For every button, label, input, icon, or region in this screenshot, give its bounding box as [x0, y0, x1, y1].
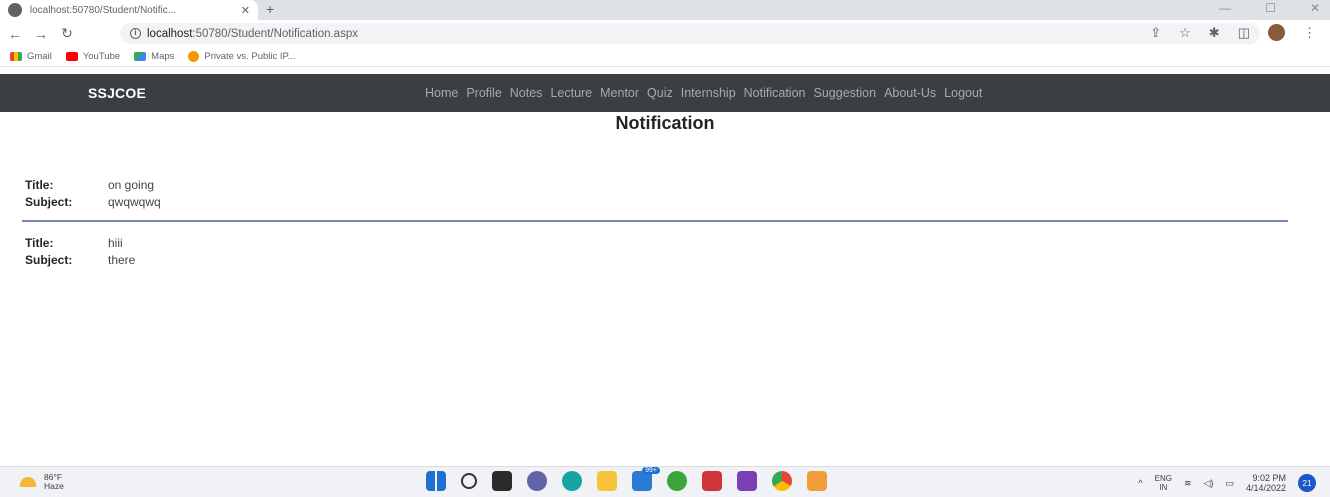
- system-tray: ^ ENG IN ≋ ◁) ▭ 9:02 PM 4/14/2022 21: [1138, 473, 1316, 493]
- notification-title: on going: [108, 178, 155, 192]
- bookmarks-bar: Gmail YouTube Maps Private vs. Public IP…: [0, 47, 1330, 67]
- bookmark-maps[interactable]: Maps: [134, 51, 174, 62]
- task-view-icon[interactable]: [492, 471, 512, 491]
- address-bar[interactable]: i localhost:50780/Student/Notification.a…: [120, 23, 1260, 44]
- close-window-icon[interactable]: ✕: [1310, 1, 1320, 15]
- notification-count-badge[interactable]: 21: [1298, 474, 1316, 492]
- nav-profile[interactable]: Profile: [466, 86, 501, 100]
- nav-logout[interactable]: Logout: [944, 86, 982, 100]
- chrome-icon[interactable]: [772, 471, 792, 491]
- clock[interactable]: 9:02 PM 4/14/2022: [1246, 473, 1286, 493]
- nav-mentor[interactable]: Mentor: [600, 86, 639, 100]
- nav-suggestion[interactable]: Suggestion: [814, 86, 877, 100]
- info-icon[interactable]: i: [130, 28, 141, 39]
- window-controls: — ☐ ✕: [1219, 1, 1320, 15]
- edge-icon[interactable]: [562, 471, 582, 491]
- menu-icon[interactable]: ⋮: [1303, 25, 1316, 41]
- url-text: localhost:50780/Student/Notification.asp…: [147, 27, 358, 40]
- taskbar: 86°F Haze 99+ ^ ENG IN ≋ ◁) ▭ 9:02 PM 4/14/…: [0, 466, 1330, 497]
- site-navbar: SSJCOE Home Profile Notes Lecture Mentor…: [0, 74, 1330, 112]
- office-icon[interactable]: [702, 471, 722, 491]
- title-label: Title:: [25, 236, 54, 250]
- search-icon[interactable]: [461, 473, 477, 489]
- new-tab-button[interactable]: +: [266, 1, 274, 17]
- brand-link[interactable]: SSJCOE: [88, 85, 146, 101]
- tab-title: localhost:50780/Student/Notific...: [29, 4, 177, 16]
- taskbar-apps: 99+: [426, 467, 827, 491]
- page-title: Notification: [615, 113, 715, 133]
- maps-icon: [134, 52, 147, 61]
- bookmark-youtube[interactable]: YouTube: [65, 51, 120, 62]
- bookmark-gmail[interactable]: Gmail: [10, 51, 52, 62]
- chevron-up-icon[interactable]: ^: [1138, 478, 1142, 488]
- close-icon[interactable]: ✕: [241, 4, 250, 17]
- profile-avatar[interactable]: [1268, 24, 1285, 41]
- chat-icon[interactable]: [527, 471, 547, 491]
- weather-desc: Haze: [44, 481, 64, 491]
- reload-icon[interactable]: ↻: [56, 25, 78, 42]
- language-indicator[interactable]: ENG IN: [1155, 474, 1172, 492]
- star-icon[interactable]: ☆: [1179, 25, 1191, 41]
- notification-subject: there: [108, 253, 136, 267]
- notification-item: Title: hiii Subject: there: [25, 235, 135, 269]
- extensions-icon[interactable]: ✱: [1209, 25, 1220, 41]
- nav-quiz[interactable]: Quiz: [647, 86, 673, 100]
- toolbar-actions: ⇪ ☆ ✱ ◫ ⋮: [1150, 24, 1316, 41]
- subject-label: Subject:: [25, 195, 73, 209]
- maximize-icon[interactable]: ☐: [1265, 1, 1276, 15]
- nav-lecture[interactable]: Lecture: [550, 86, 592, 100]
- youtube-icon: [65, 52, 78, 61]
- wifi-icon[interactable]: ≋: [1184, 478, 1192, 489]
- notification-item: Title: on going Subject: qwqwqwq: [25, 177, 161, 211]
- back-icon[interactable]: ←: [4, 26, 26, 42]
- windows-start-icon[interactable]: [426, 471, 446, 491]
- divider: [22, 220, 1288, 222]
- subject-label: Subject:: [25, 253, 73, 267]
- browser-toolbar: ← → ↻ i localhost:50780/Student/Notifica…: [0, 20, 1330, 47]
- nav-links: Home Profile Notes Lecture Mentor Quiz I…: [425, 86, 982, 100]
- sun-icon: [20, 477, 36, 487]
- minimize-icon[interactable]: —: [1219, 1, 1231, 15]
- nav-notes[interactable]: Notes: [510, 86, 543, 100]
- app-icon[interactable]: [807, 471, 827, 491]
- volume-icon[interactable]: ◁): [1204, 478, 1214, 489]
- ip-icon: [188, 51, 200, 62]
- file-explorer-icon[interactable]: [597, 471, 617, 491]
- nav-notification[interactable]: Notification: [744, 86, 806, 100]
- forward-icon[interactable]: →: [30, 26, 52, 42]
- visual-studio-icon[interactable]: [737, 471, 757, 491]
- store-icon[interactable]: 99+: [632, 467, 660, 491]
- game-icon[interactable]: [667, 471, 687, 491]
- store-badge: 99+: [642, 467, 660, 474]
- nav-about-us[interactable]: About-Us: [884, 86, 936, 100]
- notification-subject: qwqwqwq: [108, 195, 161, 209]
- bookmark-ip[interactable]: Private vs. Public IP...: [188, 51, 296, 62]
- sidepanel-icon[interactable]: ◫: [1238, 25, 1250, 41]
- share-icon[interactable]: ⇪: [1150, 25, 1161, 41]
- browser-tab[interactable]: localhost:50780/Student/Notific... ✕: [0, 0, 258, 20]
- notification-title: hiii: [108, 236, 123, 250]
- tab-strip: localhost:50780/Student/Notific... ✕ + —…: [0, 0, 1330, 20]
- title-label: Title:: [25, 178, 54, 192]
- battery-icon[interactable]: ▭: [1225, 478, 1234, 489]
- gmail-icon: [10, 52, 22, 61]
- nav-internship[interactable]: Internship: [681, 86, 736, 100]
- globe-icon: [8, 3, 22, 17]
- nav-home[interactable]: Home: [425, 86, 458, 100]
- weather-widget[interactable]: 86°F Haze: [20, 473, 64, 491]
